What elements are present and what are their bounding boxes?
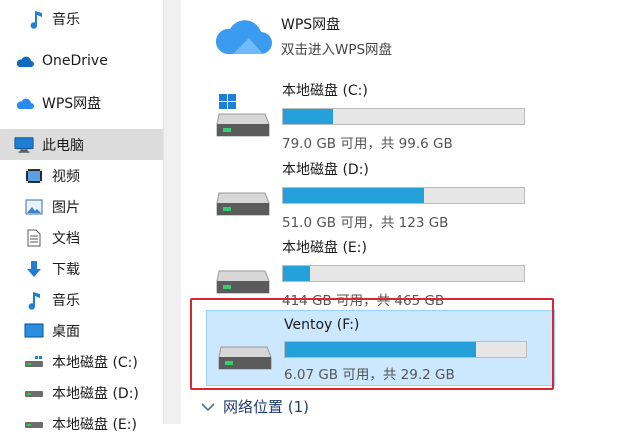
desktop-icon [24, 321, 44, 341]
nav-item-label: 图片 [52, 199, 80, 216]
wps-cloud-icon [215, 12, 273, 60]
downloads-icon [24, 259, 44, 279]
music-icon [24, 290, 44, 310]
nav-item-music[interactable]: 音乐 [0, 284, 163, 315]
nav-item-music-top[interactable]: 音乐 [0, 3, 163, 34]
highlight-frame [190, 298, 554, 390]
drive-usage-bar [282, 265, 525, 282]
nav-item-label: OneDrive [42, 52, 108, 69]
this-pc-icon [14, 135, 34, 155]
drive-usage-bar [282, 108, 525, 125]
network-locations-group-header[interactable]: 网络位置 (1) [201, 396, 309, 417]
drive-free-space: 79.0 GB 可用，共 99.6 GB [282, 136, 453, 152]
system-drive-icon [215, 92, 273, 142]
nav-item-pictures[interactable]: 图片 [0, 191, 163, 222]
drive-name: 本地磁盘 (C:) [282, 83, 368, 99]
nav-item-desktop[interactable]: 桌面 [0, 315, 163, 346]
video-icon [24, 166, 44, 186]
drive-usage-fill [283, 188, 424, 203]
drive-icon [215, 249, 273, 299]
wps-cloud-icon [14, 93, 34, 113]
nav-item-label: 本地磁盘 (C:) [52, 354, 138, 371]
nav-item-label: 下载 [52, 261, 80, 278]
drive-tile-d[interactable]: 本地磁盘 (D:) 51.0 GB 可用，共 123 GB [195, 153, 552, 237]
nav-item-label: 桌面 [52, 323, 80, 340]
drive-icon [24, 352, 44, 372]
nav-item-downloads[interactable]: 下载 [0, 253, 163, 284]
nav-item-label: 音乐 [52, 11, 80, 28]
nav-item-wps[interactable]: WPS网盘 [0, 87, 163, 118]
nav-item-documents[interactable]: 文档 [0, 222, 163, 253]
drive-name: 本地磁盘 (D:) [282, 162, 369, 178]
nav-item-this-pc[interactable]: 此电脑 [0, 129, 163, 160]
drive-tile-c[interactable]: 本地磁盘 (C:) 79.0 GB 可用，共 99.6 GB [195, 74, 552, 158]
drive-free-space: 51.0 GB 可用，共 123 GB [282, 215, 449, 231]
drive-icon [24, 383, 44, 403]
nav-scrollbar[interactable] [163, 0, 181, 424]
nav-item-label: 视频 [52, 168, 80, 185]
nav-item-label: WPS网盘 [42, 95, 102, 112]
navigation-pane: 音乐 OneDrive WPS网盘 此电脑 视频 图片 文档 下载 音乐 桌面 … [0, 0, 163, 433]
music-icon [26, 9, 46, 29]
wps-cloud-subtitle: 双击进入WPS网盘 [281, 42, 393, 58]
nav-item-label: 文档 [52, 230, 80, 247]
pictures-icon [24, 197, 44, 217]
drive-usage-fill [283, 266, 310, 281]
documents-icon [24, 228, 44, 248]
nav-item-label: 本地磁盘 (D:) [52, 385, 139, 402]
drive-icon [215, 171, 273, 221]
chevron-down-icon [201, 402, 215, 412]
network-locations-label: 网络位置 (1) [223, 398, 310, 416]
nav-item-videos[interactable]: 视频 [0, 160, 163, 191]
drive-usage-fill [283, 109, 333, 124]
drive-usage-bar [282, 187, 525, 204]
nav-item-onedrive[interactable]: OneDrive [0, 45, 163, 76]
nav-item-drive-d[interactable]: 本地磁盘 (D:) [0, 377, 163, 408]
nav-item-drive-c[interactable]: 本地磁盘 (C:) [0, 346, 163, 377]
onedrive-cloud-icon [14, 51, 34, 71]
wps-cloud-name: WPS网盘 [281, 17, 341, 33]
nav-item-label: 此电脑 [42, 137, 84, 154]
nav-item-label: 音乐 [52, 292, 80, 309]
drive-name: 本地磁盘 (E:) [282, 240, 367, 256]
